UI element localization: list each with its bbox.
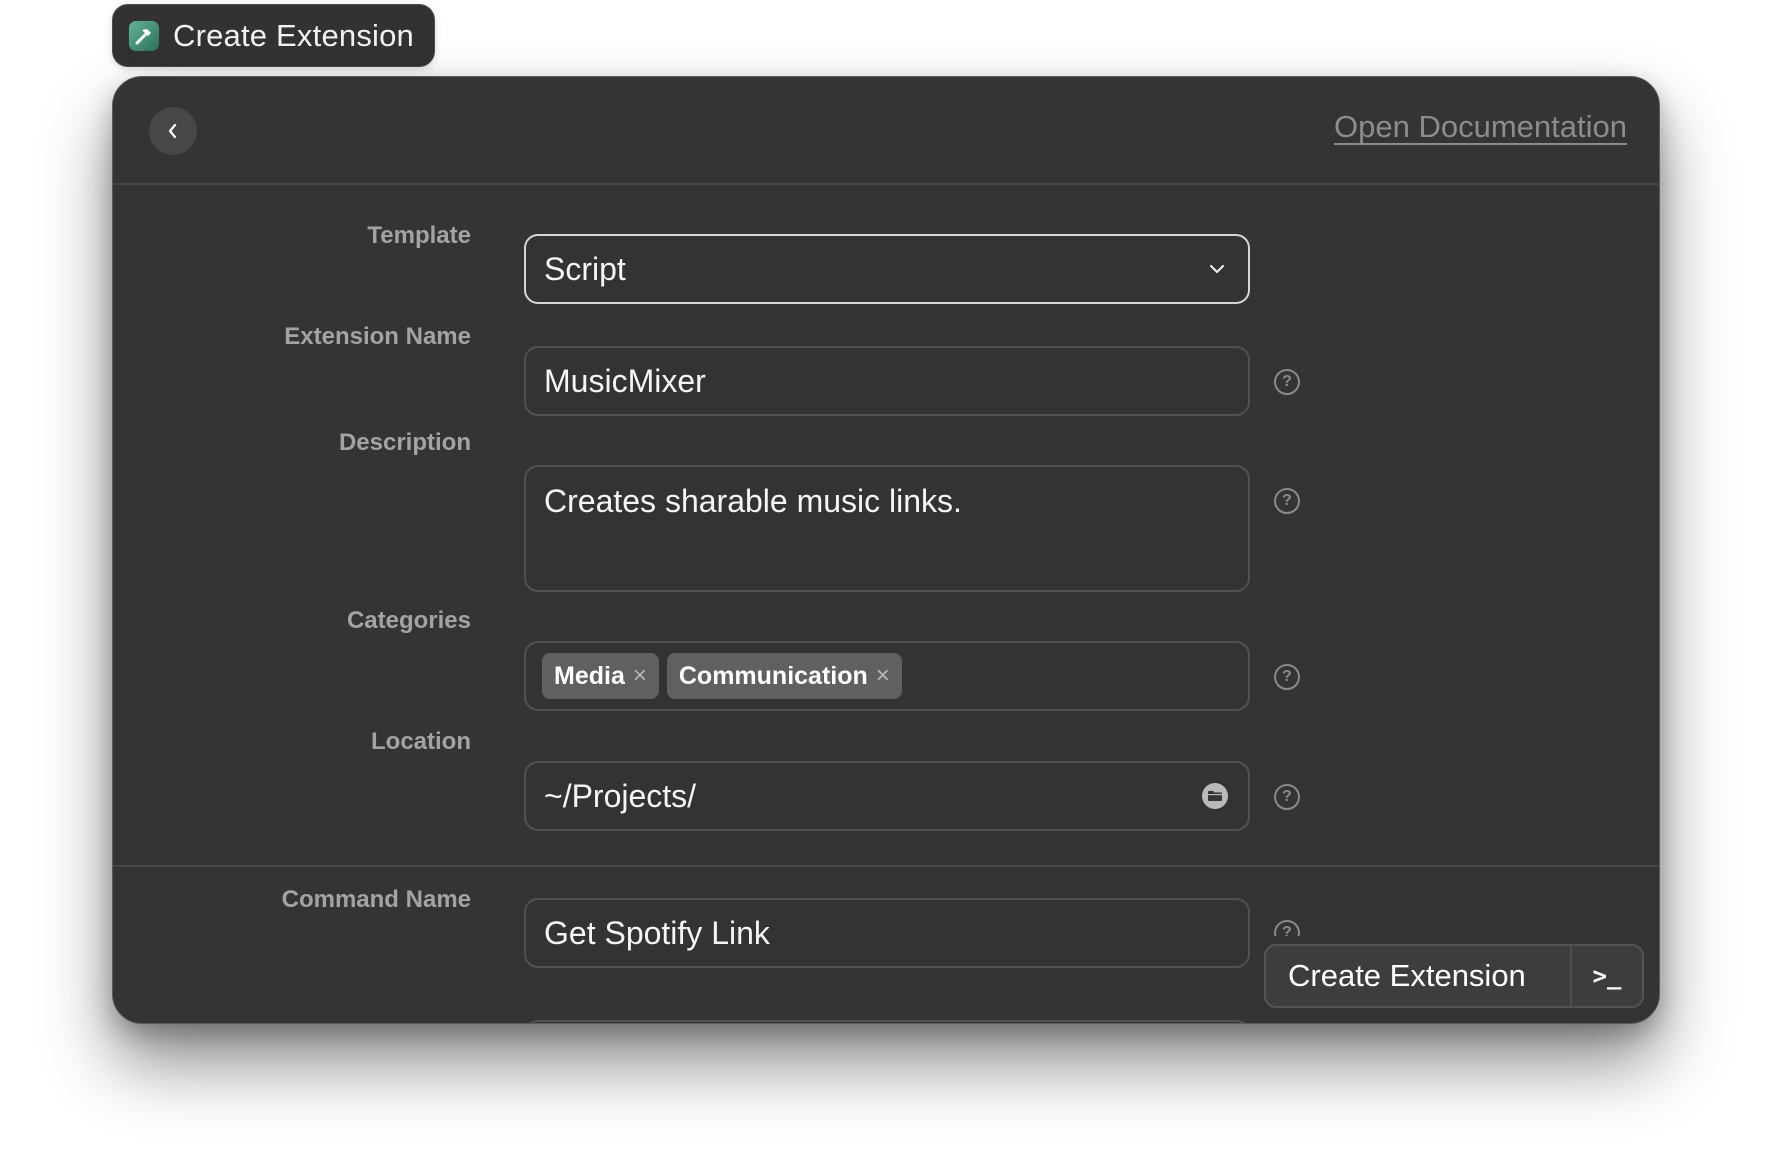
extension-name-input[interactable]: MusicMixer: [524, 346, 1250, 416]
back-button[interactable]: [149, 107, 197, 155]
chevron-down-icon: [1209, 264, 1225, 274]
extension-name-label: Extension Name: [284, 323, 471, 350]
hammer-icon: [129, 20, 159, 51]
question-circle-icon[interactable]: ?: [1274, 664, 1300, 690]
categories-label: Categories: [346, 607, 471, 634]
question-circle-icon[interactable]: ?: [1274, 920, 1300, 946]
chip-label: Media: [554, 661, 625, 690]
chip-label: Communication: [678, 661, 868, 690]
question-circle-icon[interactable]: ?: [1274, 369, 1300, 395]
chevron-left-icon: [168, 123, 177, 139]
extension-title-tab: Create Extension: [112, 4, 435, 67]
question-circle-icon[interactable]: ?: [1274, 784, 1300, 810]
extension-name-value: MusicMixer: [544, 362, 706, 399]
close-icon[interactable]: ×: [876, 662, 890, 690]
categories-input[interactable]: Media × Communication ×: [524, 641, 1250, 711]
open-documentation-link[interactable]: Open Documentation: [1334, 109, 1627, 145]
create-extension-window: Open Documentation Template Script Exten…: [112, 76, 1660, 1024]
category-chip: Communication ×: [666, 653, 902, 699]
command-name-input[interactable]: Get Spotify Link: [524, 898, 1250, 968]
create-extension-button[interactable]: Create Extension: [1266, 946, 1572, 1006]
command-name-label: Command Name: [281, 886, 471, 913]
description-textarea[interactable]: Creates sharable music links.: [524, 465, 1250, 592]
folder-icon[interactable]: [1202, 783, 1228, 809]
template-value: Script: [544, 250, 626, 287]
category-chip: Media ×: [542, 653, 659, 699]
tab-title: Create Extension: [173, 17, 414, 53]
template-select[interactable]: Script: [524, 234, 1250, 304]
close-icon[interactable]: ×: [633, 662, 647, 690]
location-value: ~/Projects/: [544, 777, 697, 814]
terminal-icon[interactable]: >_: [1572, 946, 1642, 1006]
location-input[interactable]: ~/Projects/: [524, 761, 1250, 831]
template-label: Template: [367, 222, 471, 249]
section-divider: [113, 865, 1659, 867]
header: Open Documentation: [113, 77, 1659, 185]
question-circle-icon[interactable]: ?: [1274, 488, 1300, 514]
next-field-input[interactable]: [524, 1020, 1250, 1023]
description-label: Description: [338, 429, 471, 456]
location-label: Location: [371, 728, 471, 755]
action-bar: Create Extension >_: [1264, 944, 1644, 1008]
command-name-value: Get Spotify Link: [544, 914, 770, 951]
description-value: Creates sharable music links.: [544, 483, 962, 519]
